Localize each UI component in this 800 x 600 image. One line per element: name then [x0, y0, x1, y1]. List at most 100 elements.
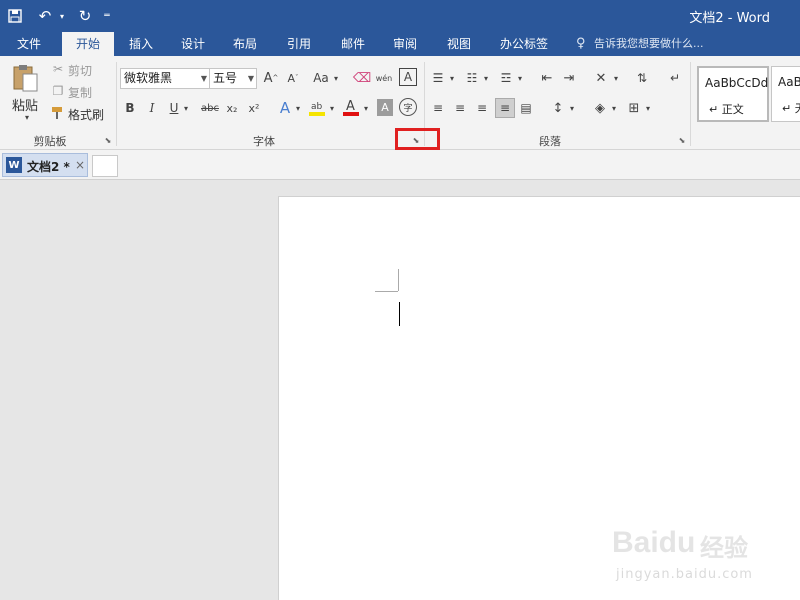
document-tab[interactable]: W 文档2 * × [2, 153, 88, 177]
font-color-icon[interactable]: A [341, 96, 361, 118]
tell-me-input[interactable]: 告诉我您想要做什么... [594, 32, 794, 56]
margin-corner-mark [398, 269, 399, 291]
phonetic-guide-icon[interactable]: wén [375, 66, 393, 90]
paste-button[interactable]: 粘贴 [12, 94, 38, 114]
clear-formatting-icon[interactable]: ⌫ [353, 68, 371, 88]
chevron-down-icon: ▾ [449, 73, 454, 83]
character-border-icon[interactable]: A [399, 68, 417, 86]
align-right-icon[interactable]: ≡ [473, 98, 491, 118]
baidu-watermark: Baidu 经验 jingyan.baidu.com [612, 512, 792, 592]
format-painter-icon [50, 106, 64, 120]
annotation-highlight-box [395, 128, 440, 150]
paste-dropdown-icon[interactable]: ▾ [22, 112, 32, 122]
tab-office-tabs[interactable]: 办公标签 [492, 32, 556, 56]
style-name: ↵ 正文 [709, 103, 744, 116]
watermark-sub: jingyan.baidu.com [616, 567, 753, 582]
distributed-icon[interactable]: ▤ [517, 98, 535, 118]
chinese-layout-icon[interactable]: ✕ [591, 68, 611, 88]
justify-icon[interactable]: ≡ [495, 98, 515, 118]
chevron-down-icon: ▾ [613, 73, 618, 83]
paragraph-group: ☰ ▾ ☷ ▾ ☲ ▾ ⇤ ⇥ ✕ ▾ ⇅ ↵ ≡ ≡ ≡ ≡ ▤ ↕ ▾ ◈ … [425, 56, 690, 150]
tab-insert[interactable]: 插入 [120, 32, 162, 56]
tab-design[interactable]: 设计 [172, 32, 214, 56]
highlight-color-icon[interactable]: ab [307, 96, 327, 118]
chevron-down-icon: ▾ [295, 103, 300, 113]
sort-icon[interactable]: ⇅ [633, 68, 651, 88]
font-name-combo[interactable]: 微软雅黑 ▼ [120, 68, 210, 89]
strikethrough-icon[interactable]: abc [199, 98, 221, 118]
tab-layout[interactable]: 布局 [224, 32, 266, 56]
character-shading-icon[interactable]: A [377, 99, 393, 116]
document-tab-strip: W 文档2 * × [0, 150, 800, 180]
undo-icon[interactable]: ↶ [34, 0, 56, 32]
style-sample: AaBbCcDd [778, 75, 800, 89]
subscript-icon[interactable]: x₂ [223, 98, 241, 118]
customize-qat-icon[interactable]: ═ [100, 0, 114, 32]
italic-icon[interactable]: I [143, 98, 161, 118]
chevron-down-icon: ▾ [333, 73, 338, 83]
shrink-font-icon[interactable]: Aˇ [285, 68, 301, 88]
separator [690, 62, 691, 146]
format-painter-button[interactable]: 格式刷 [68, 104, 104, 124]
shading-icon[interactable]: ◈ [591, 98, 609, 118]
lightbulb-icon: ♀ [576, 36, 586, 51]
align-center-icon[interactable]: ≡ [451, 98, 469, 118]
style-normal[interactable]: AaBbCcDd ↵ 正文 [697, 66, 769, 122]
clipboard-dialog-launcher-icon[interactable]: ⬊ [103, 136, 113, 146]
paragraph-dialog-launcher-icon[interactable]: ⬊ [677, 136, 687, 146]
chevron-down-icon: ▾ [363, 103, 368, 113]
numbering-icon[interactable]: ☷ [463, 68, 481, 88]
bullets-icon[interactable]: ☰ [429, 68, 447, 88]
style-sample: AaBbCcDd [705, 76, 769, 90]
tab-home[interactable]: 开始 [62, 32, 114, 56]
tab-view[interactable]: 视图 [438, 32, 480, 56]
multilevel-list-icon[interactable]: ☲ [497, 68, 515, 88]
copy-button[interactable]: 复制 [68, 82, 92, 102]
chevron-down-icon: ▾ [483, 73, 488, 83]
bold-icon[interactable]: B [121, 98, 139, 118]
chevron-down-icon: ▾ [517, 73, 522, 83]
chevron-down-icon: ▼ [247, 74, 254, 83]
text-effects-icon[interactable]: A [275, 98, 295, 118]
new-tab-button[interactable] [92, 155, 118, 177]
borders-icon[interactable]: ⊞ [625, 98, 643, 118]
clipboard-group: 粘贴 ▾ ✂ 剪切 ❐ 复制 格式刷 剪贴板 ⬊ [0, 56, 116, 150]
paste-icon[interactable] [10, 62, 40, 94]
style-name-text: 正文 [721, 103, 744, 116]
save-icon[interactable] [4, 0, 26, 32]
style-name: ↵ 无 [782, 100, 800, 116]
tab-file[interactable]: 文件 [6, 32, 52, 56]
tab-review[interactable]: 审阅 [384, 32, 426, 56]
cut-button[interactable]: 剪切 [68, 60, 92, 80]
superscript-icon[interactable]: x² [245, 98, 263, 118]
redo-icon[interactable]: ↻ [74, 0, 96, 32]
enclose-characters-icon[interactable]: 字 [399, 98, 417, 116]
undo-dropdown-icon[interactable]: ▾ [56, 0, 68, 32]
ribbon-tab-bar: 文件 开始 插入 设计 布局 引用 邮件 审阅 视图 办公标签 ♀ 告诉我您想要… [0, 32, 800, 56]
tab-mailings[interactable]: 邮件 [332, 32, 374, 56]
watermark-logo: Baidu [612, 526, 696, 559]
margin-corner-mark [375, 291, 398, 292]
style-no-spacing[interactable]: AaBbCcDd ↵ 无 [771, 66, 800, 122]
paragraph-group-label: 段落 [539, 135, 561, 148]
increase-indent-icon[interactable]: ⇥ [559, 68, 579, 88]
line-spacing-icon[interactable]: ↕ [549, 98, 567, 118]
chevron-down-icon: ▼ [200, 74, 207, 83]
font-size-value: 五号 [213, 71, 238, 85]
window-title: 文档2 - Word [689, 11, 770, 26]
close-icon[interactable]: × [75, 158, 85, 172]
chevron-down-icon: ▾ [329, 103, 334, 113]
grow-font-icon[interactable]: A ^ [263, 68, 279, 88]
font-size-combo[interactable]: 五号 ▼ [209, 68, 257, 89]
change-case-icon[interactable]: Aa [311, 68, 331, 88]
show-marks-icon[interactable]: ↵ [667, 68, 683, 88]
decrease-indent-icon[interactable]: ⇤ [537, 68, 557, 88]
tab-references[interactable]: 引用 [278, 32, 320, 56]
align-left-icon[interactable]: ≡ [429, 98, 447, 118]
style-name-text: 无 [795, 102, 800, 115]
svg-text:ab: ab [311, 102, 323, 112]
copy-icon: ❐ [52, 84, 64, 98]
text-cursor [399, 302, 400, 326]
document-tab-label: 文档2 * [27, 160, 70, 174]
chevron-down-icon: ▾ [611, 103, 616, 113]
